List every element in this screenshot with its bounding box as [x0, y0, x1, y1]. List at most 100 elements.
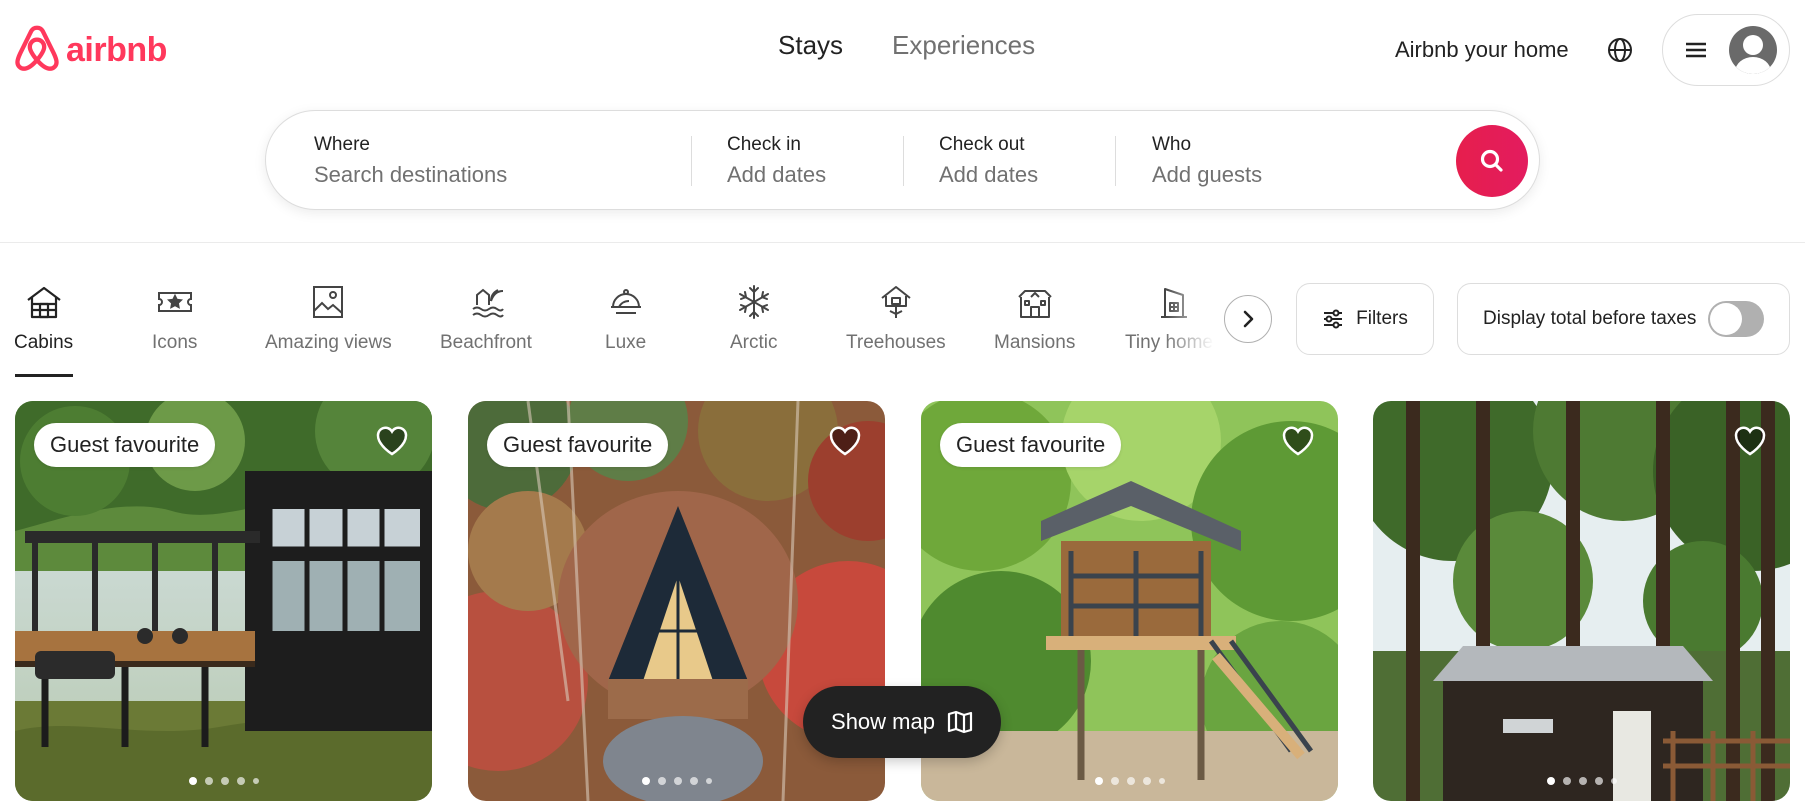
photo-dot[interactable]	[220, 777, 229, 785]
category-beachfront[interactable]: Beachfront	[440, 282, 532, 354]
tab-stays[interactable]: Stays	[778, 30, 843, 61]
photo-pagination	[1546, 777, 1617, 785]
photo-dot[interactable]	[641, 777, 650, 785]
search-icon	[1480, 149, 1503, 172]
where-field[interactable]: Where	[314, 111, 674, 211]
hamburger-icon	[1686, 42, 1706, 58]
photo-dot[interactable]	[1610, 778, 1617, 784]
category-mansions[interactable]: Mansions	[994, 282, 1075, 354]
where-label: Where	[314, 134, 370, 155]
category-label: Amazing views	[265, 332, 392, 353]
search-divider	[691, 136, 692, 186]
check-in-value: Add dates	[727, 162, 827, 187]
show-map-label: Show map	[831, 709, 935, 734]
photo-dot[interactable]	[1562, 777, 1571, 785]
category-label: Cabins	[14, 332, 74, 353]
active-category-indicator	[15, 374, 73, 377]
category-luxe[interactable]: Luxe	[605, 282, 646, 354]
user-avatar-icon	[1729, 26, 1777, 74]
toggle-knob	[1710, 303, 1743, 335]
check-out-field[interactable]: Check out Add dates	[939, 111, 1119, 211]
chevron-right-icon	[1243, 310, 1254, 328]
who-field[interactable]: Who Add guests	[1152, 111, 1412, 211]
category-treehouses[interactable]: Treehouses	[846, 282, 946, 354]
language-button[interactable]	[1605, 35, 1635, 65]
category-arctic[interactable]: Arctic	[730, 282, 778, 354]
photo-dot[interactable]	[1110, 777, 1119, 785]
photo-dot[interactable]	[1094, 777, 1103, 785]
photo-dot[interactable]	[1578, 777, 1587, 785]
category-label: Treehouses	[846, 332, 946, 353]
search-divider	[903, 136, 904, 186]
search-divider	[1115, 136, 1116, 186]
category-label: Mansions	[994, 332, 1076, 353]
photo-dot[interactable]	[1142, 777, 1151, 785]
listing-card[interactable]	[1373, 401, 1790, 801]
photo-dot[interactable]	[705, 778, 712, 784]
photo-dot[interactable]	[1158, 778, 1165, 784]
photo-dot[interactable]	[188, 777, 197, 785]
show-map-button[interactable]: Show map	[803, 686, 1001, 758]
listing-photo	[1373, 401, 1790, 801]
display-total-label: Display total before taxes	[1483, 308, 1697, 329]
photo-dot[interactable]	[1594, 777, 1603, 785]
airbnb-logo-icon	[15, 25, 59, 71]
category-bar: Cabins Icons Amazing views Beachfront Lu…	[0, 244, 1805, 379]
photo-dot[interactable]	[204, 777, 213, 785]
heart-icon[interactable]	[827, 423, 863, 459]
category-amazing-views[interactable]: Amazing views	[265, 282, 392, 354]
heart-icon[interactable]	[1732, 423, 1768, 459]
airbnb-your-home-link[interactable]: Airbnb your home	[1395, 37, 1569, 63]
heart-icon[interactable]	[374, 423, 410, 459]
who-label: Who	[1152, 134, 1192, 155]
airbnb-logo[interactable]: airbnb	[14, 25, 167, 75]
search-button[interactable]	[1456, 125, 1528, 197]
photo-dot[interactable]	[1126, 777, 1135, 785]
sliders-icon	[1324, 309, 1343, 329]
category-label: Luxe	[605, 332, 647, 353]
who-value: Add guests	[1152, 162, 1263, 187]
filters-label: Filters	[1356, 308, 1408, 329]
photo-pagination	[641, 777, 712, 785]
guest-favourite-badge: Guest favourite	[34, 423, 216, 467]
photo-dot[interactable]	[236, 777, 245, 785]
filters-button[interactable]: Filters	[1296, 283, 1434, 355]
snowflake-icon	[734, 282, 774, 322]
landscape-icon	[308, 282, 348, 322]
user-menu-button[interactable]	[1662, 14, 1790, 86]
cloche-icon	[606, 282, 646, 322]
guest-favourite-badge: Guest favourite	[940, 423, 1122, 467]
photo-dot[interactable]	[252, 778, 259, 784]
header: airbnb Stays Experiences Airbnb your hom…	[0, 0, 1805, 243]
photo-dot[interactable]	[657, 777, 666, 785]
where-input[interactable]	[314, 162, 644, 188]
photo-pagination	[188, 777, 259, 785]
search-bar: Where Check in Add dates Check out Add d…	[265, 110, 1540, 210]
display-total-toggle[interactable]: Display total before taxes	[1457, 283, 1790, 355]
guest-favourite-badge: Guest favourite	[487, 423, 669, 467]
mansion-icon	[1015, 282, 1055, 322]
toggle-switch[interactable]	[1708, 301, 1765, 337]
category-cabins[interactable]: Cabins	[14, 282, 73, 354]
photo-pagination	[1094, 777, 1165, 785]
listing-card[interactable]: Guest favourite	[15, 401, 432, 801]
cabin-icon	[24, 282, 64, 322]
heart-icon[interactable]	[1280, 423, 1316, 459]
category-next-button[interactable]	[1224, 295, 1272, 343]
category-label: Beachfront	[440, 332, 532, 353]
photo-dot[interactable]	[689, 777, 698, 785]
check-out-label: Check out	[939, 134, 1025, 155]
treehouse-icon	[876, 282, 916, 322]
tab-experiences[interactable]: Experiences	[892, 30, 1035, 61]
check-in-label: Check in	[727, 134, 801, 155]
check-in-field[interactable]: Check in Add dates	[727, 111, 907, 211]
photo-dot[interactable]	[1546, 777, 1555, 785]
category-label: Icons	[152, 332, 198, 353]
photo-dot[interactable]	[673, 777, 682, 785]
category-label: Arctic	[730, 332, 778, 353]
beach-icon	[466, 282, 506, 322]
check-out-value: Add dates	[939, 162, 1039, 187]
globe-icon	[1608, 38, 1632, 62]
map-icon	[947, 710, 973, 734]
category-icons[interactable]: Icons	[152, 282, 197, 354]
